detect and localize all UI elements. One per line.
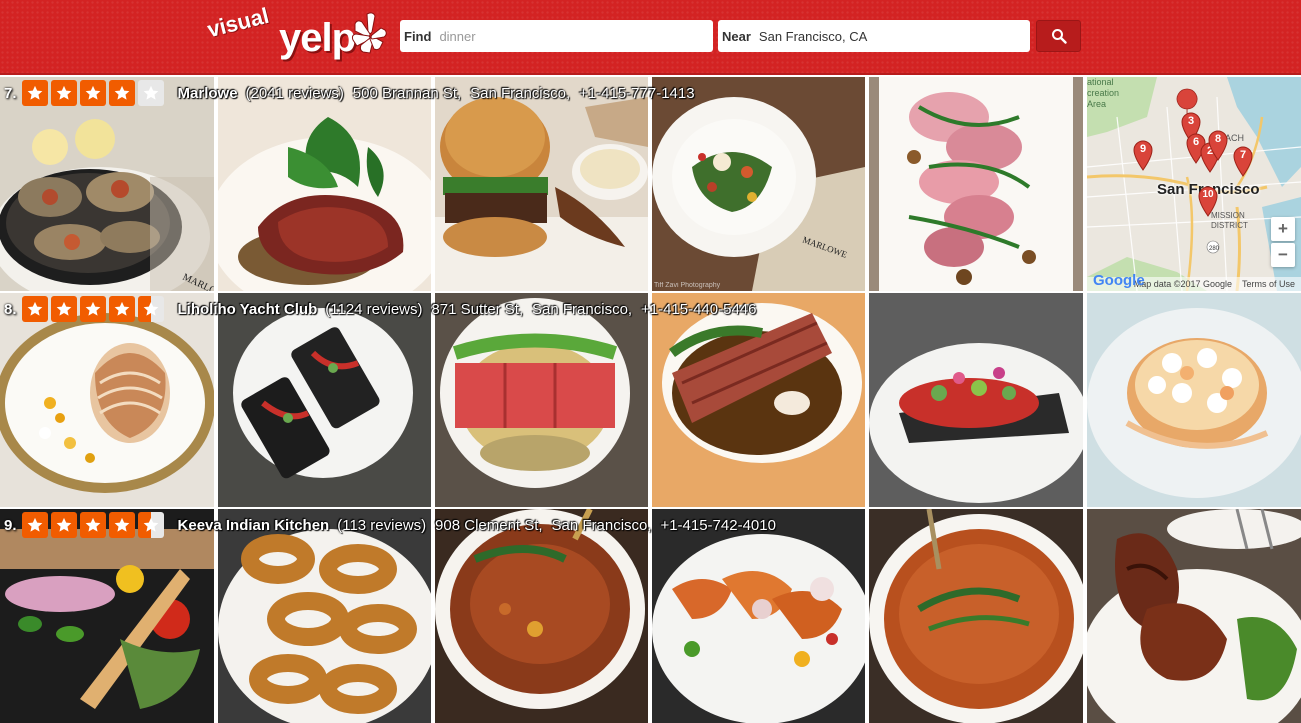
header-bar: visual yelp Find Near (0, 0, 1301, 75)
star-empty-icon (137, 80, 164, 106)
food-photo-tandoori[interactable] (1087, 509, 1301, 723)
food-photo-tuna[interactable] (435, 293, 648, 507)
star-rating (21, 296, 164, 322)
star-icon (79, 80, 106, 106)
search-button[interactable] (1036, 20, 1081, 52)
food-photo-beet-salad[interactable] (869, 77, 1083, 291)
result-rank: 9. (4, 516, 17, 534)
result-rank: 8. (4, 300, 17, 318)
map-terms-link[interactable]: Terms of Use (1242, 279, 1295, 289)
business-name[interactable]: Marlowe (178, 85, 238, 102)
near-input[interactable] (758, 21, 1030, 51)
map-marker-7[interactable]: 7 (1232, 145, 1254, 182)
business-address: 500 Brannan St, (352, 84, 462, 102)
star-icon (108, 512, 135, 538)
near-label: Near (722, 28, 751, 44)
food-photo-steak[interactable] (218, 77, 431, 291)
business-name[interactable]: Keeva Indian Kitchen (178, 517, 330, 534)
result-row-keeva: 9. Keeva Indian Kitchen (113 reviews) 90… (0, 509, 1301, 723)
map-marker-8[interactable]: 8 (1207, 129, 1229, 166)
result-row-marlowe: 7. Marlowe (2041 reviews) 500 Brannan St… (0, 77, 1301, 291)
food-photo-salad-plate[interactable]: MARLOWE Tiff Zavi Photography (652, 77, 865, 291)
food-photo-meringue[interactable] (0, 293, 214, 507)
food-photo-nori-rolls[interactable] (218, 293, 431, 507)
find-search-box[interactable]: Find (400, 20, 713, 52)
business-phone: +1-415-742-4010 (660, 516, 776, 534)
business-name[interactable]: Liholiho Yacht Club (178, 301, 318, 318)
food-photo-oysters[interactable]: MARLOWE (0, 77, 214, 291)
results-map[interactable]: 280 ational creation Area BEACH MISSION … (1087, 77, 1301, 291)
food-photo-tart[interactable] (1087, 293, 1301, 507)
star-icon (79, 512, 106, 538)
logo-visual-text: visual (204, 2, 272, 43)
star-icon (79, 296, 106, 322)
review-count: (113 reviews) (337, 516, 427, 534)
google-logo: Google (1093, 272, 1145, 289)
marker-number: 7 (1239, 149, 1247, 161)
food-photo-grilled-platter[interactable] (0, 509, 214, 723)
map-area-label: creation (1087, 88, 1120, 98)
star-half-icon (137, 512, 164, 538)
result-rank: 7. (4, 84, 17, 102)
result-header: 7. Marlowe (2041 reviews) 500 Brannan St… (4, 79, 695, 107)
food-photo-curry[interactable] (435, 509, 648, 723)
star-icon (50, 512, 77, 538)
result-header: 9. Keeva Indian Kitchen (113 reviews) 90… (4, 511, 776, 539)
business-city: San Francisco, (532, 300, 633, 318)
business-phone: +1-415-777-1413 (579, 84, 695, 102)
marker-number: 8 (1214, 133, 1222, 145)
star-icon (108, 296, 135, 322)
map-area-label: Area (1087, 99, 1107, 109)
star-icon (21, 80, 48, 106)
photo-credit: Tiff Zavi Photography (654, 282, 721, 289)
visual-yelp-logo[interactable]: visual yelp (204, 2, 390, 68)
star-rating (21, 80, 164, 106)
result-row-liholiho: 8. Liholiho Yacht Club (1124 reviews) 87… (0, 293, 1301, 507)
star-icon (108, 80, 135, 106)
review-count: (1124 reviews) (325, 300, 423, 318)
map-neighborhood-label: DISTRICT (1211, 221, 1248, 230)
map-marker-10[interactable]: 10 (1197, 185, 1219, 222)
food-photo-tartare[interactable] (869, 293, 1083, 507)
star-icon (21, 296, 48, 322)
food-photo-burger[interactable] (435, 77, 648, 291)
zoom-in-button[interactable]: + (1271, 217, 1295, 241)
business-address: 908 Clement St, (435, 516, 543, 534)
food-photo-soup[interactable] (869, 509, 1083, 723)
business-city: San Francisco, (551, 516, 652, 534)
map-marker-9[interactable]: 9 (1132, 139, 1154, 176)
find-label: Find (404, 28, 432, 44)
star-icon (50, 296, 77, 322)
near-search-box[interactable]: Near (718, 20, 1030, 52)
marker-number: 9 (1139, 143, 1147, 155)
food-photo-shrimp[interactable] (652, 509, 865, 723)
map-area-label: ational (1087, 77, 1114, 87)
business-phone: +1-415-440-5446 (640, 300, 757, 318)
zoom-out-button[interactable]: − (1271, 243, 1295, 267)
food-photo-onion-rings[interactable] (218, 509, 431, 723)
star-half-icon (137, 296, 164, 322)
marker-number: 3 (1187, 115, 1195, 127)
find-input[interactable] (439, 21, 713, 51)
star-icon (50, 80, 77, 106)
result-header: 8. Liholiho Yacht Club (1124 reviews) 87… (4, 295, 756, 323)
search-icon (1051, 29, 1067, 44)
logo-yelp-text: yelp (279, 16, 356, 60)
business-address: 871 Sutter St, (431, 300, 524, 318)
business-city: San Francisco, (470, 84, 571, 102)
food-photo-sliced-beef[interactable] (652, 293, 865, 507)
marker-number: 10 (1202, 189, 1214, 200)
star-icon (21, 512, 48, 538)
highway-label: 280 (1209, 246, 1220, 252)
star-rating (21, 512, 164, 538)
map-data-credit: Map data ©2017 Google (1133, 279, 1232, 289)
review-count: (2041 reviews) (245, 84, 344, 102)
yelp-burst-icon (351, 12, 387, 54)
